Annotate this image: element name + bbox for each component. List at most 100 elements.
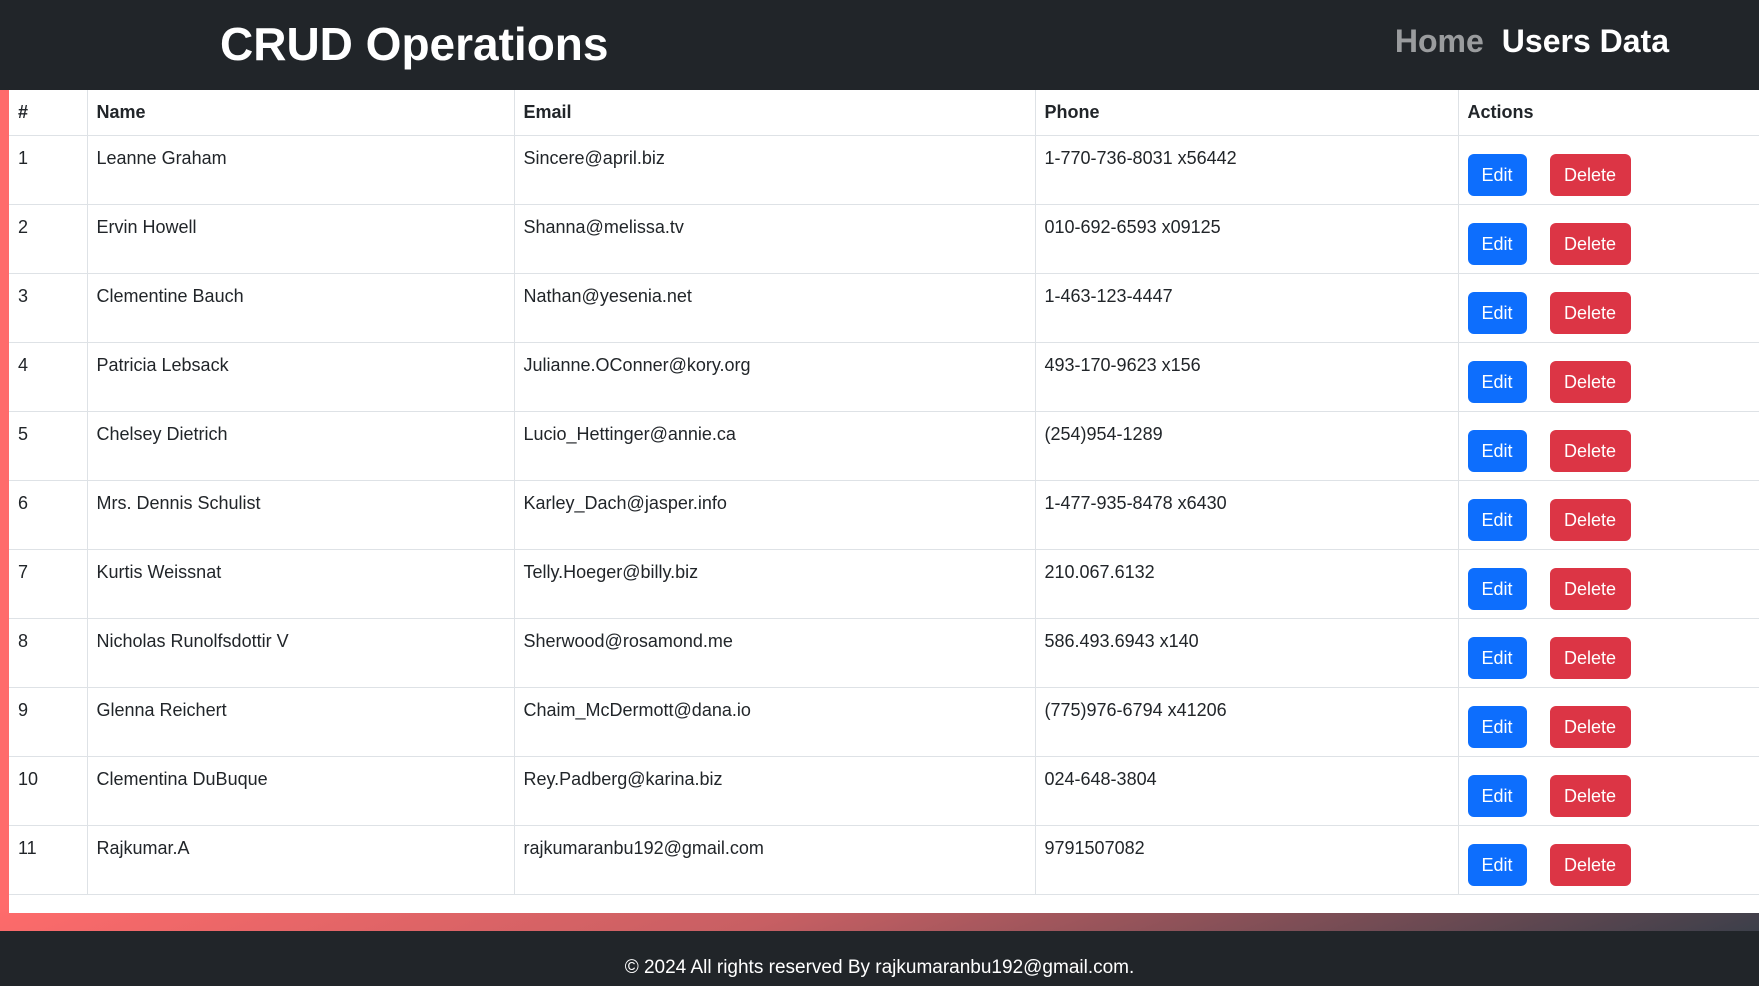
header-actions: Actions <box>1458 90 1759 136</box>
table-row: 2 Ervin Howell Shanna@melissa.tv 010-692-65… <box>9 204 1759 274</box>
cell-name: Clementine Bauch <box>87 273 515 343</box>
cell-actions: Edit Delete <box>1458 480 1759 550</box>
cell-name: Glenna Reichert <box>87 687 515 757</box>
table-row: 3 Clementine Bauch Nathan@yesenia.net 1-463… <box>9 273 1759 343</box>
delete-button[interactable]: Delete <box>1549 292 1631 334</box>
table-row: 5 Chelsey Dietrich Lucio_Hettinger@annie.c… <box>9 411 1759 481</box>
cell-id: 11 <box>9 825 88 895</box>
edit-button[interactable]: Edit <box>1467 154 1527 196</box>
table-row: 9 Glenna Reichert Chaim_McDermott@dana.io(… <box>9 687 1759 757</box>
cell-name: Rajkumar.A <box>87 825 515 895</box>
cell-phone: 9791507082 <box>1035 825 1459 895</box>
cell-phone: 024-648-3804 <box>1035 756 1459 826</box>
cell-name: Nicholas Runolfsdottir V <box>87 618 515 688</box>
delete-button[interactable]: Delete <box>1549 430 1631 472</box>
delete-button[interactable]: Delete <box>1549 637 1631 679</box>
header-email: Email <box>514 90 1036 136</box>
delete-button[interactable]: Delete <box>1549 706 1631 748</box>
delete-button[interactable]: Delete <box>1549 154 1631 196</box>
cell-id: 6 <box>9 480 88 550</box>
cell-phone: 586.493.6943 x140 <box>1035 618 1459 688</box>
cell-actions: Edit Delete <box>1458 687 1759 757</box>
table-header-row: # Name Email Phone Actions <box>9 90 1759 136</box>
delete-button[interactable]: Delete <box>1549 568 1631 610</box>
cell-id: 2 <box>9 204 88 274</box>
edit-button[interactable]: Edit <box>1467 568 1527 610</box>
table-row: 4 Patricia Lebsack Julianne.OConner@kory.o… <box>9 342 1759 412</box>
header-phone: Phone <box>1035 90 1459 136</box>
cell-email: Sincere@april.biz <box>514 135 1036 205</box>
delete-button[interactable]: Delete <box>1549 223 1631 265</box>
brand-title[interactable]: CRUD Operations <box>220 14 608 74</box>
users-table-container: # Name Email Phone Actions 1 Leanne Graha… <box>9 90 1759 913</box>
edit-button[interactable]: Edit <box>1467 844 1527 886</box>
cell-actions: Edit Delete <box>1458 549 1759 619</box>
delete-button[interactable]: Delete <box>1549 361 1631 403</box>
cell-phone: (775)976-6794 x41206 <box>1035 687 1459 757</box>
cell-name: Mrs. Dennis Schulist <box>87 480 515 550</box>
cell-email: Julianne.OConner@kory.org <box>514 342 1036 412</box>
cell-phone: 1-477-935-8478 x6430 <box>1035 480 1459 550</box>
cell-name: Patricia Lebsack <box>87 342 515 412</box>
cell-email: Lucio_Hettinger@annie.ca <box>514 411 1036 481</box>
cell-id: 10 <box>9 756 88 826</box>
cell-name: Leanne Graham <box>87 135 515 205</box>
table-body: 1 Leanne Graham Sincere@april.biz 1-770-736… <box>9 135 1759 895</box>
table-row: 10 Clementina DuBuque Rey.Padberg@karina.b… <box>9 756 1759 826</box>
delete-button[interactable]: Delete <box>1549 499 1631 541</box>
footer-copyright: © 2024 All rights reserved By rajkumaran… <box>624 957 1135 978</box>
cell-id: 8 <box>9 618 88 688</box>
edit-button[interactable]: Edit <box>1467 223 1527 265</box>
cell-id: 3 <box>9 273 88 343</box>
cell-phone: (254)954-1289 <box>1035 411 1459 481</box>
cell-actions: Edit Delete <box>1458 618 1759 688</box>
table-row: 11 Rajkumar.A rajkumaranbu192@gmail.com 979… <box>9 825 1759 895</box>
users-table: # Name Email Phone Actions 1 Leanne Graha… <box>9 90 1759 895</box>
cell-actions: Edit Delete <box>1458 135 1759 205</box>
edit-button[interactable]: Edit <box>1467 361 1527 403</box>
header-name: Name <box>87 90 515 136</box>
cell-email: Nathan@yesenia.net <box>514 273 1036 343</box>
cell-email: Shanna@melissa.tv <box>514 204 1036 274</box>
edit-button[interactable]: Edit <box>1467 430 1527 472</box>
cell-email: Karley_Dach@jasper.info <box>514 480 1036 550</box>
cell-name: Clementina DuBuque <box>87 756 515 826</box>
edit-button[interactable]: Edit <box>1467 775 1527 817</box>
nav-link-users-data[interactable]: Users Data <box>1502 18 1669 64</box>
table-row: 1 Leanne Graham Sincere@april.biz 1-770-736… <box>9 135 1759 205</box>
delete-button[interactable]: Delete <box>1549 844 1631 886</box>
cell-phone: 493-170-9623 x156 <box>1035 342 1459 412</box>
footer: © 2024 All rights reserved By rajkumaran… <box>0 931 1759 986</box>
cell-actions: Edit Delete <box>1458 273 1759 343</box>
cell-name: Ervin Howell <box>87 204 515 274</box>
cell-actions: Edit Delete <box>1458 411 1759 481</box>
edit-button[interactable]: Edit <box>1467 499 1527 541</box>
cell-email: Chaim_McDermott@dana.io <box>514 687 1036 757</box>
cell-email: rajkumaranbu192@gmail.com <box>514 825 1036 895</box>
navbar: CRUD Operations Home Users Data <box>0 0 1759 90</box>
nav-links: Home Users Data <box>1395 18 1669 64</box>
cell-actions: Edit Delete <box>1458 204 1759 274</box>
cell-id: 5 <box>9 411 88 481</box>
table-row: 6 Mrs. Dennis Schulist Karley_Dach@jasper.… <box>9 480 1759 550</box>
cell-id: 7 <box>9 549 88 619</box>
nav-link-home[interactable]: Home <box>1395 18 1484 64</box>
cell-actions: Edit Delete <box>1458 825 1759 895</box>
header-number: # <box>9 90 88 136</box>
edit-button[interactable]: Edit <box>1467 637 1527 679</box>
cell-id: 1 <box>9 135 88 205</box>
table-row: 7 Kurtis Weissnat Telly.Hoeger@billy.biz 21… <box>9 549 1759 619</box>
cell-actions: Edit Delete <box>1458 756 1759 826</box>
edit-button[interactable]: Edit <box>1467 706 1527 748</box>
delete-button[interactable]: Delete <box>1549 775 1631 817</box>
cell-email: Sherwood@rosamond.me <box>514 618 1036 688</box>
cell-name: Chelsey Dietrich <box>87 411 515 481</box>
cell-email: Rey.Padberg@karina.biz <box>514 756 1036 826</box>
edit-button[interactable]: Edit <box>1467 292 1527 334</box>
cell-email: Telly.Hoeger@billy.biz <box>514 549 1036 619</box>
cell-id: 4 <box>9 342 88 412</box>
table-row: 8 Nicholas Runolfsdottir V Sherwood@rosamo… <box>9 618 1759 688</box>
cell-phone: 1-770-736-8031 x56442 <box>1035 135 1459 205</box>
cell-phone: 1-463-123-4447 <box>1035 273 1459 343</box>
cell-phone: 010-692-6593 x09125 <box>1035 204 1459 274</box>
